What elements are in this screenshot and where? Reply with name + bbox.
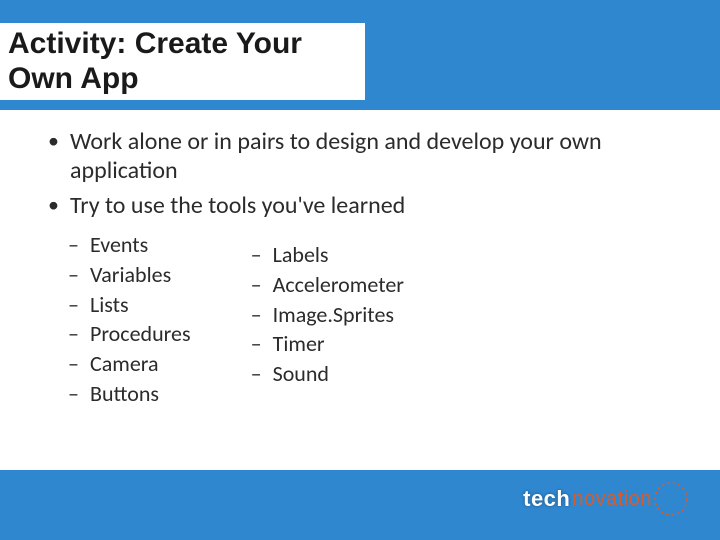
sub-item: Image.Sprites xyxy=(251,300,404,330)
title-box: Activity: Create Your Own App xyxy=(0,23,365,100)
logo-text-tech: tech xyxy=(523,486,570,512)
bullet-item: Try to use the tools you've learned xyxy=(40,192,680,221)
sub-column-left: Events Variables Lists Procedures Camera… xyxy=(68,230,191,408)
logo-dotted-circle-icon xyxy=(650,478,692,520)
sub-column-right: Labels Accelerometer Image.Sprites Timer… xyxy=(251,230,404,408)
sub-columns: Events Variables Lists Procedures Camera… xyxy=(40,230,680,408)
main-bullets: Work alone or in pairs to design and dev… xyxy=(40,128,680,220)
sub-item: Buttons xyxy=(68,379,191,409)
sub-item: Timer xyxy=(251,329,404,359)
bullet-item: Work alone or in pairs to design and dev… xyxy=(40,128,680,186)
sub-item: Lists xyxy=(68,290,191,320)
sub-item: Camera xyxy=(68,349,191,379)
technovation-logo: tech novation xyxy=(523,478,692,520)
sub-item: Events xyxy=(68,230,191,260)
sub-item: Labels xyxy=(251,240,404,270)
slide-content: Work alone or in pairs to design and dev… xyxy=(0,110,720,409)
logo-text-novation: novation xyxy=(572,488,652,511)
sub-item: Variables xyxy=(68,260,191,290)
sub-item: Procedures xyxy=(68,319,191,349)
sub-item: Accelerometer xyxy=(251,270,404,300)
sub-item: Sound xyxy=(251,359,404,389)
slide-title: Activity: Create Your Own App xyxy=(8,27,345,96)
header-band: Activity: Create Your Own App xyxy=(0,0,720,110)
